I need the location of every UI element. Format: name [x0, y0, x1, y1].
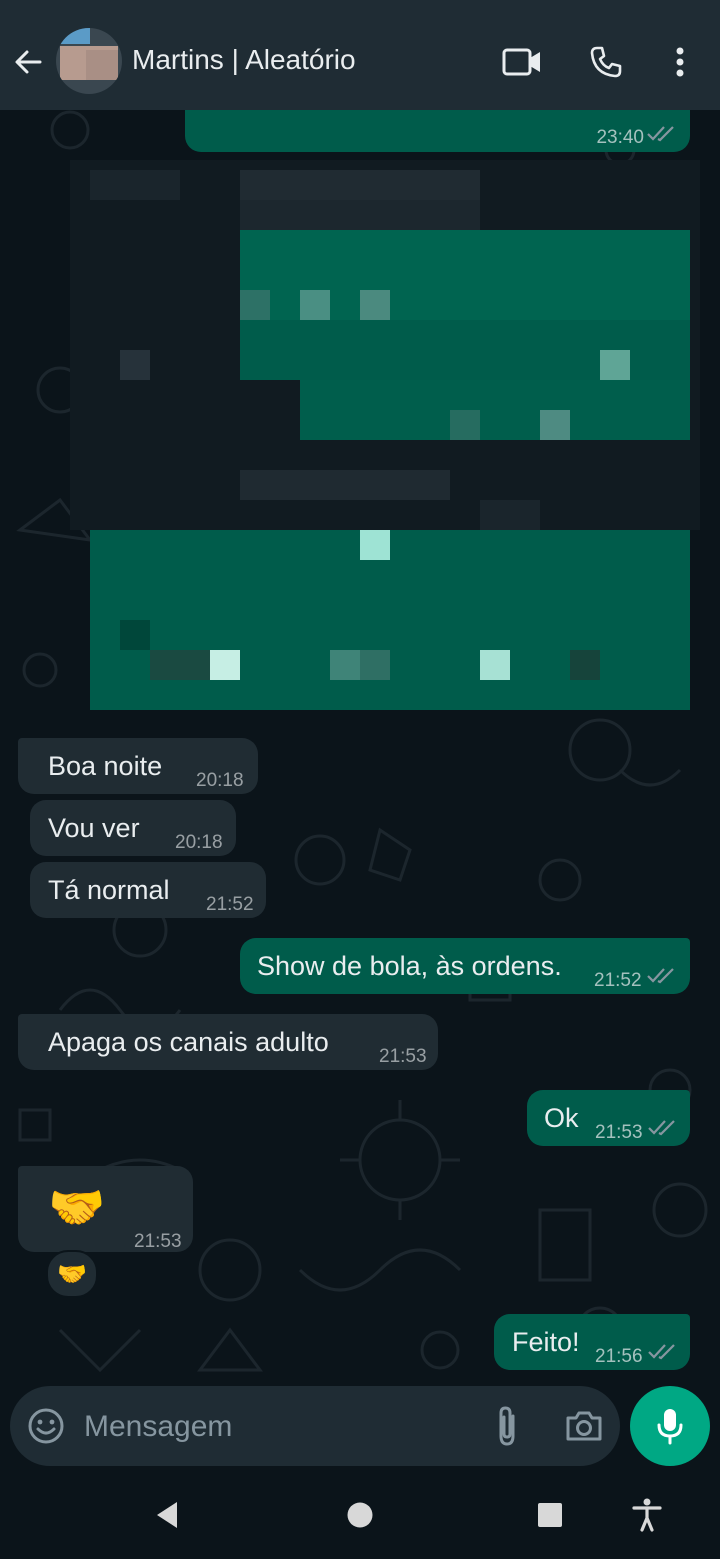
- back-button[interactable]: [10, 40, 46, 84]
- emoji-icon: [28, 1408, 64, 1444]
- message-time: 21:53: [379, 1046, 427, 1067]
- message-bubble-outgoing[interactable]: Show de bola, às ordens. 21:52: [240, 938, 690, 994]
- voice-message-button[interactable]: [630, 1386, 710, 1466]
- reaction-emoji: 🤝: [57, 1260, 87, 1288]
- message-time: 21:52: [206, 894, 254, 915]
- message-bubble-outgoing[interactable]: Ok 21:53: [527, 1090, 690, 1146]
- mic-icon: [657, 1409, 683, 1445]
- attach-button[interactable]: [490, 1404, 524, 1448]
- message-text: Ok: [544, 1103, 579, 1133]
- phone-call-icon: [590, 46, 622, 78]
- contact-name[interactable]: Martins | Aleatório: [132, 44, 356, 76]
- message-time: 21:53: [595, 1122, 643, 1143]
- reaction-badge[interactable]: 🤝: [46, 1250, 98, 1298]
- nav-home-icon: [347, 1502, 373, 1528]
- accessibility-button[interactable]: [622, 1490, 672, 1540]
- message-bubble-incoming[interactable]: Boa noite 20:18: [18, 738, 258, 794]
- message-text: Tá normal: [48, 875, 170, 905]
- message-input[interactable]: Mensagem: [84, 1410, 232, 1444]
- message-composer[interactable]: Mensagem: [10, 1386, 620, 1466]
- video-call-icon: [502, 48, 540, 76]
- message-bubble-incoming[interactable]: Vou ver 20:18: [30, 800, 236, 856]
- more-options-button[interactable]: [658, 40, 702, 84]
- voice-call-button[interactable]: [584, 40, 628, 84]
- read-ticks-icon: [648, 1344, 675, 1360]
- message-emoji: 🤝: [48, 1181, 106, 1233]
- message-bubble-incoming[interactable]: 🤝 21:53: [18, 1166, 193, 1252]
- read-ticks-icon: [648, 1120, 675, 1136]
- read-ticks-icon: [647, 968, 674, 984]
- message-bubble-incoming[interactable]: Apaga os canais adulto 21:53: [18, 1014, 438, 1070]
- nav-home-button[interactable]: [335, 1490, 385, 1540]
- message-text: Boa noite: [48, 751, 163, 781]
- more-options-icon: [676, 47, 684, 77]
- message-bubble-incoming[interactable]: Tá normal 21:52: [30, 862, 266, 918]
- message-text: Feito!: [512, 1327, 580, 1357]
- emoji-button[interactable]: [26, 1406, 66, 1446]
- back-arrow-icon: [15, 50, 42, 74]
- nav-recents-icon: [538, 1503, 562, 1527]
- nav-back-icon: [157, 1502, 177, 1528]
- message-time: 20:18: [175, 832, 223, 853]
- message-time: 23:40: [596, 127, 644, 148]
- video-call-button[interactable]: [500, 40, 544, 84]
- read-ticks-icon: [647, 126, 674, 142]
- nav-recents-button[interactable]: [525, 1490, 575, 1540]
- redacted-messages: [60, 160, 700, 720]
- message-time: 21:53: [134, 1231, 182, 1252]
- message-text: Vou ver: [48, 813, 140, 843]
- system-navigation-bar: [0, 1472, 720, 1559]
- message-time: 21:56: [595, 1346, 643, 1367]
- message-text: Apaga os canais adulto: [48, 1027, 329, 1057]
- message-bubble-outgoing[interactable]: Feito! 21:56: [494, 1314, 690, 1370]
- camera-button[interactable]: [564, 1406, 604, 1446]
- message-time: 21:52: [594, 970, 642, 991]
- chat-header: Martins | Aleatório: [0, 0, 720, 110]
- accessibility-icon: [632, 1498, 662, 1532]
- message-text: Show de bola, às ordens.: [257, 951, 562, 981]
- nav-back-button[interactable]: [142, 1490, 192, 1540]
- attach-icon: [499, 1406, 515, 1446]
- contact-avatar[interactable]: [56, 28, 122, 94]
- camera-icon: [566, 1411, 602, 1441]
- message-time: 20:18: [196, 770, 244, 791]
